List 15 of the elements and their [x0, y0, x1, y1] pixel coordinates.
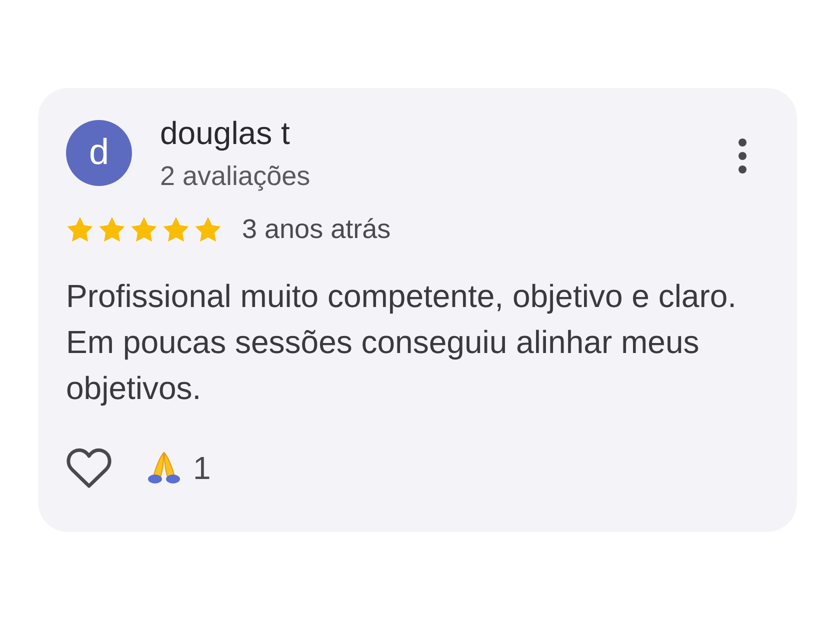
reviewer-name[interactable]: douglas t — [160, 113, 310, 153]
star-icon — [194, 216, 222, 242]
star-icon — [130, 216, 158, 242]
review-count: 2 avaliações — [160, 160, 310, 193]
heart-icon — [66, 447, 112, 489]
like-button[interactable] — [66, 447, 112, 489]
reaction-button[interactable]: 1 — [147, 448, 211, 488]
star-icon — [162, 216, 190, 242]
more-vertical-icon — [738, 138, 747, 174]
review-text: Profissional muito competente, objetivo e claro. Em poucas sessões conseguiu alinhar meus objetivos. — [66, 277, 738, 408]
praying-hands-icon — [147, 452, 181, 484]
star-icon — [98, 216, 126, 242]
star-icon — [66, 216, 94, 242]
review-time: 3 anos atrás — [242, 213, 391, 246]
avatar-initial: d — [88, 134, 110, 172]
